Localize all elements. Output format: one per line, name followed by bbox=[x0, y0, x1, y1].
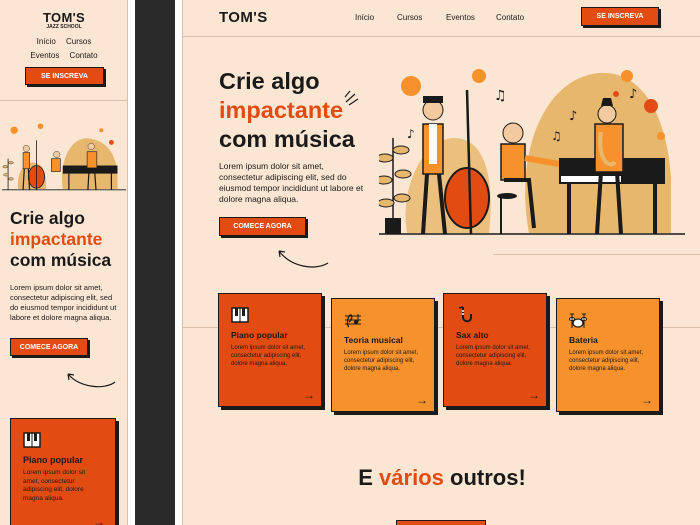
mobile-nav-row-2: Eventos Contato bbox=[0, 51, 127, 60]
mobile-preview: TOM'S JAZZ SCHOOL Início Cursos Eventos … bbox=[0, 0, 128, 525]
nav-inicio[interactable]: Início bbox=[355, 13, 374, 22]
svg-text:♪: ♪ bbox=[569, 109, 577, 124]
logo[interactable]: TOM'S bbox=[219, 9, 268, 26]
svg-text:♫: ♫ bbox=[551, 129, 562, 143]
hero-title: Crie algo impactante com música bbox=[219, 68, 355, 152]
mobile-start-button[interactable]: COMECE AGORA bbox=[10, 338, 88, 356]
piano-keys-icon bbox=[231, 307, 249, 323]
card-text: Lorem ipsum dolor sit amet, consectetur … bbox=[231, 345, 306, 367]
header-divider bbox=[183, 36, 700, 37]
arrow-right-icon[interactable]: → bbox=[528, 388, 540, 402]
nav-cursos[interactable]: Cursos bbox=[397, 13, 422, 22]
course-card-piano[interactable]: Piano popular Lorem ipsum dolor sit amet… bbox=[218, 293, 322, 407]
mobile-card-text: Lorem ipsum dolor sit amet, consectetur … bbox=[23, 469, 86, 502]
mobile-nav-inicio[interactable]: Início bbox=[37, 37, 56, 46]
hero-text: Lorem ipsum dolor sit amet, consectetur … bbox=[219, 161, 364, 204]
hero-divider bbox=[493, 254, 700, 255]
mobile-card-title: Piano popular bbox=[23, 455, 84, 465]
start-button[interactable]: COMECE AGORA bbox=[219, 217, 306, 236]
card-text: Lorem ipsum dolor sit amet, consectetur … bbox=[456, 345, 531, 367]
course-card-theory[interactable]: Teoria musical Lorem ipsum dolor sit ame… bbox=[331, 298, 435, 412]
arrow-right-icon[interactable]: → bbox=[303, 388, 315, 402]
nav-contato[interactable]: Contato bbox=[496, 13, 524, 22]
mobile-hero-text: Lorem ipsum dolor sit amet, consectetur … bbox=[10, 283, 117, 322]
sparkle-lines-icon bbox=[344, 90, 359, 106]
saxophone-icon bbox=[458, 306, 472, 323]
signup-button[interactable]: SE INSCREVA bbox=[581, 7, 659, 26]
mobile-signup-button[interactable]: SE INSCREVA bbox=[25, 67, 104, 85]
svg-text:♪: ♪ bbox=[629, 87, 637, 102]
curved-arrow-icon bbox=[278, 250, 329, 268]
mobile-jazz-band-illustration bbox=[2, 123, 126, 191]
mobile-nav-row-1: Início Cursos bbox=[0, 37, 127, 46]
mobile-logo[interactable]: TOM'S bbox=[0, 10, 127, 25]
mobile-nav-contato[interactable]: Contato bbox=[70, 51, 98, 60]
mobile-curved-arrow-icon bbox=[67, 373, 116, 388]
card-text: Lorem ipsum dolor sit amet, consectetur … bbox=[569, 350, 644, 372]
drum-kit-icon bbox=[569, 313, 587, 328]
card-title: Piano popular bbox=[231, 330, 288, 340]
svg-text:♫: ♫ bbox=[494, 88, 507, 104]
card-title: Bateria bbox=[569, 335, 598, 345]
mobile-nav-eventos[interactable]: Eventos bbox=[30, 51, 59, 60]
mobile-hero-title: Crie algo impactante com música bbox=[10, 208, 112, 270]
mobile-course-card-piano[interactable]: Piano popular Lorem ipsum dolor sit amet… bbox=[10, 418, 116, 525]
arrow-right-icon[interactable]: → bbox=[416, 393, 428, 407]
card-title: Teoria musical bbox=[344, 335, 403, 345]
card-text: Lorem ipsum dolor sit amet, consectetur … bbox=[344, 350, 419, 372]
bottom-button[interactable] bbox=[396, 520, 486, 525]
course-card-drums[interactable]: Bateria Lorem ipsum dolor sit amet, cons… bbox=[556, 298, 660, 412]
arrow-right-icon[interactable]: → bbox=[93, 515, 105, 525]
desktop-page: TOM'S Início Cursos Eventos Contato SE I… bbox=[182, 0, 700, 525]
piano-keys-icon bbox=[23, 432, 41, 448]
card-title: Sax alto bbox=[456, 330, 489, 340]
jazz-band-illustration: ♫ ♪ ♪ ♪ ♫ bbox=[379, 69, 685, 235]
svg-text:♪: ♪ bbox=[407, 127, 415, 141]
dark-divider bbox=[135, 0, 175, 525]
more-courses-heading: E vários outros! bbox=[358, 465, 526, 490]
divider-gap-2 bbox=[175, 0, 182, 525]
nav-eventos[interactable]: Eventos bbox=[446, 13, 475, 22]
mobile-nav-cursos[interactable]: Cursos bbox=[66, 37, 91, 46]
arrow-right-icon[interactable]: → bbox=[641, 393, 653, 407]
course-card-sax[interactable]: Sax alto Lorem ipsum dolor sit amet, con… bbox=[443, 293, 547, 407]
mobile-tagline: JAZZ SCHOOL bbox=[46, 24, 82, 30]
music-staff-icon bbox=[345, 314, 361, 328]
